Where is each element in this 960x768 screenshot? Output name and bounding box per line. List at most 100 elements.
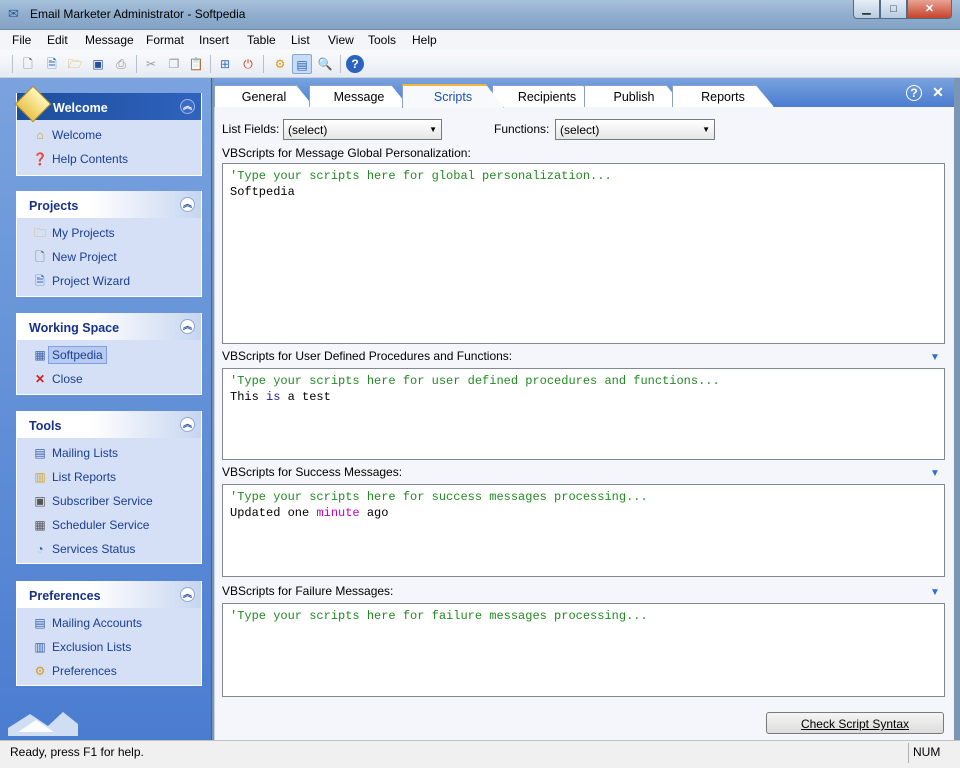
menu-tools[interactable]: Tools [368, 33, 396, 47]
collapse-chevron-icon[interactable]: ︽ [180, 99, 195, 114]
functions-select[interactable]: (select) ▼ [555, 119, 715, 140]
close-panel-icon[interactable]: ✕ [930, 85, 946, 101]
user-defined-editor[interactable]: 'Type your scripts here for user defined… [222, 368, 945, 460]
sidebar-item-mailing-accounts[interactable]: ▤ Mailing Accounts [17, 611, 201, 635]
menu-insert[interactable]: Insert [199, 33, 229, 47]
main-panel: General Message Scripts Recipients Publi… [214, 78, 954, 740]
toolbar-separator [210, 55, 211, 73]
sidebar-item-welcome[interactable]: ⌂ Welcome [17, 123, 201, 147]
sidebar-item-label: Help Contents [52, 152, 129, 166]
working-space-panel-header[interactable]: Working Space ︽ [17, 313, 201, 340]
tab-publish[interactable]: Publish [584, 85, 684, 107]
sidebar-item-close[interactable]: ✕ Close [17, 367, 201, 391]
view-panel-icon[interactable]: ▤ [292, 54, 312, 74]
dropdown-arrow-icon: ▼ [429, 125, 437, 134]
save-icon[interactable]: ▣ [88, 54, 108, 74]
collapse-chevron-icon[interactable]: ︽ [180, 587, 195, 602]
paste-icon[interactable]: 📋 [186, 54, 206, 74]
sidebar-item-label: My Projects [52, 226, 115, 240]
sidebar-item-list-reports[interactable]: ▥ List Reports [17, 465, 201, 489]
exclusion-icon: ▥ [34, 640, 46, 654]
tab-general[interactable]: General [214, 85, 314, 107]
minimize-button[interactable]: ▁ [853, 0, 880, 19]
expand-arrow-icon[interactable]: ▼ [930, 587, 942, 598]
title-bar: ✉ Email Marketer Administrator - Softped… [0, 0, 960, 30]
menu-message[interactable]: Message [85, 33, 134, 47]
success-messages-editor[interactable]: 'Type your scripts here for success mess… [222, 484, 945, 577]
search-icon[interactable]: 🔍 [315, 54, 335, 74]
global-personalization-editor[interactable]: 'Type your scripts here for global perso… [222, 163, 945, 344]
sidebar-item-label: Mailing Accounts [52, 616, 143, 630]
code-line: Softpedia [230, 185, 295, 199]
menu-view[interactable]: View [328, 33, 354, 47]
collapse-chevron-icon[interactable]: ︽ [180, 319, 195, 334]
collapse-chevron-icon[interactable]: ︽ [180, 417, 195, 432]
settings-gear-icon[interactable]: ⚙ [270, 54, 290, 74]
sidebar-item-project-wizard[interactable]: 🗎 Project Wizard [17, 269, 201, 293]
code-text: This [230, 390, 267, 404]
tab-reports[interactable]: Reports [672, 85, 774, 107]
menu-edit[interactable]: Edit [47, 33, 68, 47]
sidebar-item-label: Project Wizard [52, 274, 131, 288]
copy-icon[interactable]: ❐ [164, 54, 184, 74]
app-envelope-icon[interactable]: ✉ [8, 7, 24, 21]
cut-icon[interactable]: ✂ [141, 54, 161, 74]
sidebar-item-mailing-lists[interactable]: ▤ Mailing Lists [17, 441, 201, 465]
code-text: ago [359, 506, 389, 520]
window-title: Email Marketer Administrator - Softpedia [30, 7, 246, 21]
tab-message[interactable]: Message [309, 85, 409, 107]
export-icon[interactable]: ⊞ [215, 54, 235, 74]
sidebar-item-new-project[interactable]: 🗋 New Project [17, 245, 201, 269]
sidebar-decoration [8, 712, 78, 736]
sidebar-item-services-status[interactable]: ◔ Services Status [17, 537, 201, 561]
tools-panel: Tools ︽ ▤ Mailing Lists ▥ List Reports ▣ Su… [16, 411, 202, 564]
menu-file[interactable]: File [12, 33, 31, 47]
toolbar-separator [12, 55, 13, 73]
menu-help[interactable]: Help [412, 33, 437, 47]
document-icon: 🗋 [35, 250, 45, 264]
sidebar-item-softpedia[interactable]: ▦ Softpedia [17, 343, 201, 367]
projects-panel-title: Projects [29, 199, 79, 213]
report-icon: ▥ [34, 470, 46, 484]
close-window-button[interactable]: ✕ [907, 0, 952, 19]
new-file-icon[interactable]: 🗋 [18, 54, 38, 74]
sidebar-item-help-contents[interactable]: ❓ Help Contents [17, 147, 201, 171]
stop-icon[interactable]: ⏻ [238, 54, 258, 74]
help-icon[interactable]: ? [906, 85, 922, 101]
open-folder-icon[interactable]: 🗁 [65, 54, 85, 74]
new-message-icon[interactable]: 🗎 [42, 54, 62, 74]
code-text: a test [280, 390, 331, 404]
project-icon: ▦ [34, 348, 46, 362]
sidebar-item-scheduler-service[interactable]: ▦ Scheduler Service [17, 513, 201, 537]
sidebar-item-exclusion-lists[interactable]: ▥ Exclusion Lists [17, 635, 201, 659]
sidebar-item-label: Welcome [52, 128, 102, 142]
status-bar: Ready, press F1 for help. NUM [0, 740, 960, 768]
failure-messages-editor[interactable]: 'Type your scripts here for failure mess… [222, 603, 945, 697]
expand-arrow-icon[interactable]: ▼ [930, 468, 942, 479]
sidebar-item-subscriber-service[interactable]: ▣ Subscriber Service [17, 489, 201, 513]
collapse-chevron-icon[interactable]: ︽ [180, 197, 195, 212]
list-fields-select[interactable]: (select) ▼ [283, 119, 442, 140]
projects-panel-header[interactable]: Projects ︽ [17, 191, 201, 218]
maximize-button[interactable]: □ [880, 0, 907, 19]
welcome-panel-header[interactable]: Welcome ︽ [14, 85, 201, 123]
code-comment: 'Type your scripts here for success mess… [230, 490, 648, 504]
help-icon[interactable]: ? [346, 55, 364, 73]
list-fields-value: (select) [288, 123, 328, 137]
welcome-panel: Welcome ︽ ⌂ Welcome ❓ Help Contents [14, 85, 202, 176]
home-icon: ⌂ [36, 128, 44, 142]
sidebar-item-my-projects[interactable]: 🗀 My Projects [17, 221, 201, 245]
menu-table[interactable]: Table [247, 33, 276, 47]
tools-panel-header[interactable]: Tools ︽ [17, 411, 201, 438]
preferences-panel-header[interactable]: Preferences ︽ [17, 581, 201, 608]
tab-scripts[interactable]: Scripts [402, 84, 504, 108]
expand-arrow-icon[interactable]: ▼ [930, 352, 942, 363]
check-script-syntax-button[interactable]: Check Script Syntax [766, 712, 944, 734]
menu-format[interactable]: Format [146, 33, 184, 47]
functions-value: (select) [560, 123, 600, 137]
success-messages-label: VBScripts for Success Messages: [222, 465, 403, 479]
menu-list[interactable]: List [291, 33, 310, 47]
sidebar-item-label: Exclusion Lists [52, 640, 132, 654]
sidebar-item-preferences[interactable]: ⚙ Preferences [17, 659, 201, 683]
print-icon[interactable]: ⎙ [111, 54, 131, 74]
